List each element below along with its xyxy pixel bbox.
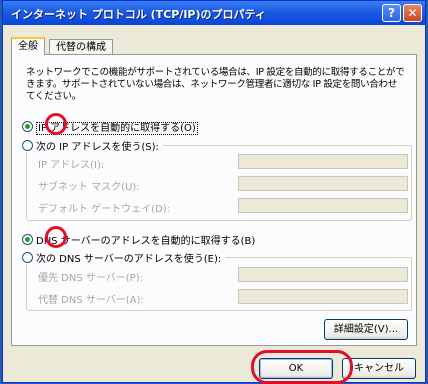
subnet-mask-input[interactable] [238, 176, 408, 191]
subnet-mask-label: サブネット マスク(U): [38, 182, 140, 193]
properties-dialog: インターネット プロトコル (TCP/IP)のプロパティ ? ✕ 全般 代替の構… [2, 0, 426, 384]
alternate-dns-label: 代替 DNS サーバー(A): [38, 295, 144, 306]
dns-manual-option[interactable]: 次の DNS サーバーのアドレスを使う(E): [22, 250, 226, 265]
ip-manual-label[interactable]: 次の IP アドレスを使う(S): [36, 142, 159, 153]
preferred-dns-label: 優先 DNS サーバー(P): [38, 273, 143, 284]
dns-auto-radio[interactable] [22, 234, 33, 245]
ip-address-input[interactable] [238, 154, 408, 169]
ok-highlight-circle [251, 350, 353, 384]
ip-auto-highlight-circle [45, 113, 67, 135]
ip-address-label: IP アドレス(I): [38, 160, 105, 171]
advanced-button[interactable]: 詳細設定(V)... [324, 319, 408, 340]
window-title: インターネット プロトコル (TCP/IP)のプロパティ [11, 8, 266, 21]
help-button[interactable]: ? [382, 4, 401, 22]
default-gateway-input[interactable] [238, 198, 408, 213]
ip-auto-radio[interactable] [22, 121, 33, 132]
tab-alternate-configuration[interactable]: 代替の構成 [49, 39, 113, 54]
dns-auto-label[interactable]: DNS サーバーのアドレスを自動的に取得する(B) [36, 236, 255, 247]
preferred-dns-input[interactable] [238, 267, 408, 282]
tab-general[interactable]: 全般 [11, 37, 45, 55]
dns-manual-label[interactable]: 次の DNS サーバーのアドレスを使う(E): [36, 254, 221, 265]
dns-manual-radio[interactable] [22, 252, 33, 263]
cancel-button[interactable]: キャンセル [342, 358, 416, 379]
dns-auto-highlight-circle [45, 226, 67, 248]
description-text: ネットワークでこの機能がサポートされている場合は、IP 設定を自動的に取得するこ… [26, 67, 405, 102]
default-gateway-label: デフォルト ゲートウェイ(D): [38, 204, 171, 215]
close-button[interactable]: ✕ [403, 4, 422, 22]
ip-manual-radio[interactable] [22, 140, 33, 151]
ip-manual-option[interactable]: 次の IP アドレスを使う(S): [22, 138, 163, 153]
general-panel: ネットワークでこの機能がサポートされている場合は、IP 設定を自動的に取得するこ… [11, 54, 417, 346]
title-bar[interactable]: インターネット プロトコル (TCP/IP)のプロパティ ? ✕ [3, 1, 425, 25]
alternate-dns-input[interactable] [238, 289, 408, 304]
